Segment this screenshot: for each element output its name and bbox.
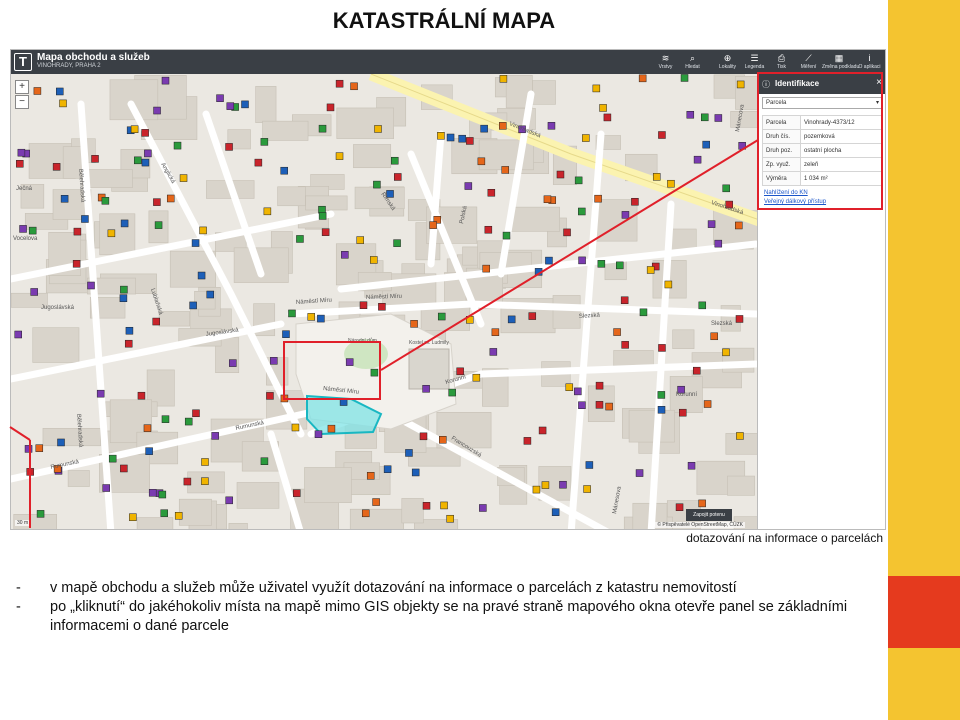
- figure-caption: dotazování na informace o parcelách: [686, 531, 883, 545]
- bullet-item: - v mapě obchodu a služeb může uživatel …: [16, 579, 876, 598]
- connector-arrow: [380, 139, 759, 371]
- bullet-marker: -: [16, 580, 21, 596]
- connector-line: [9, 139, 759, 528]
- edge-highlight: [9, 426, 31, 441]
- side-segment-bottom: [888, 648, 960, 720]
- slide: KATASTRÁLNÍ MAPA T Mapa obchodu a služeb…: [0, 0, 960, 720]
- bullet-list: - v mapě obchodu a služeb může uživatel …: [16, 579, 876, 636]
- side-decor-bar: [888, 0, 960, 720]
- bullet-text: po „kliknutí“ do jakéhokoliv místa na ma…: [50, 599, 848, 634]
- bullet-marker: -: [16, 599, 21, 615]
- side-segment-top: [888, 0, 960, 576]
- bullet-text: v mapě obchodu a služeb může uživatel vy…: [50, 580, 737, 596]
- side-segment-mid: [888, 576, 960, 648]
- bullet-item: - po „kliknutí“ do jakéhokoliv místa na …: [16, 598, 876, 636]
